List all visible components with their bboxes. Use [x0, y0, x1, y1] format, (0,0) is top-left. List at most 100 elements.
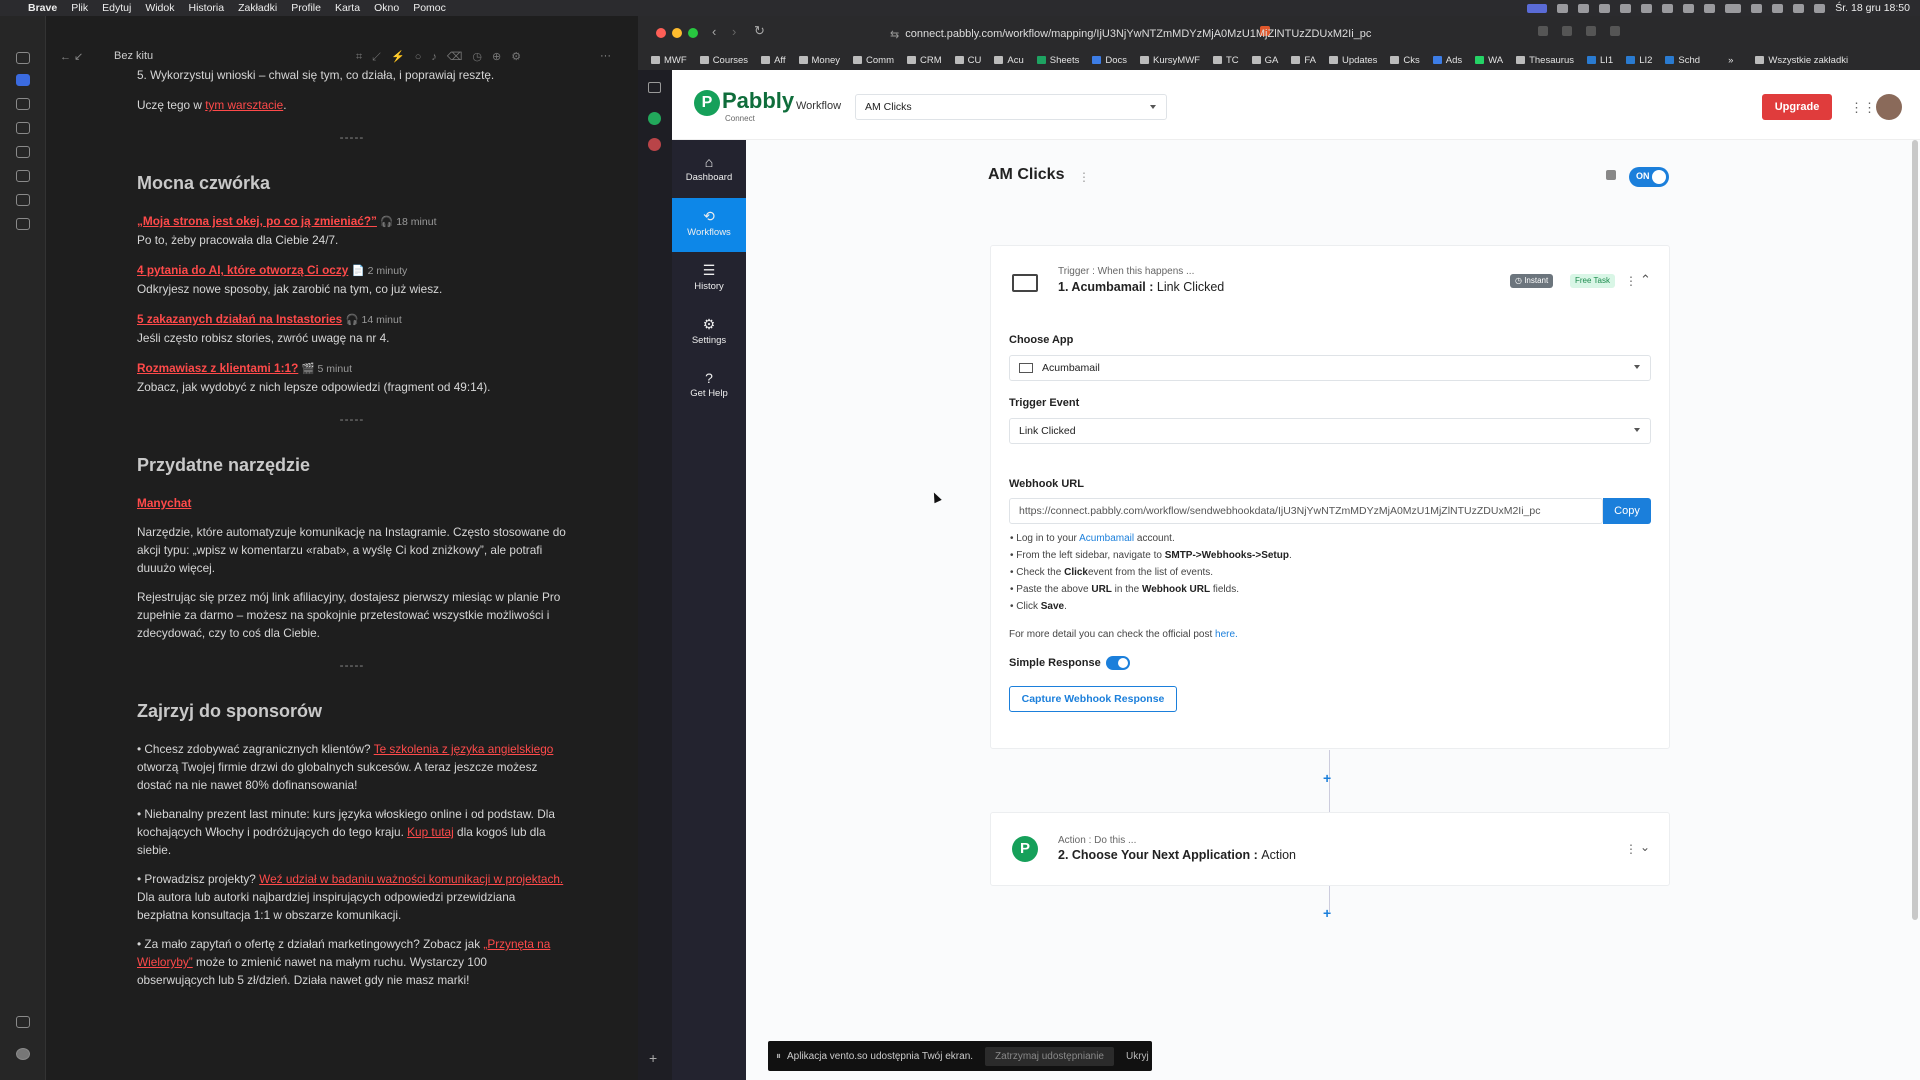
more-options-icon[interactable]: ··· [600, 50, 611, 62]
notes-icon[interactable] [1606, 170, 1616, 180]
sidebar-toggle-icon[interactable] [648, 82, 661, 93]
tray-icon[interactable] [1662, 3, 1674, 13]
bookmark[interactable]: Thesaurus [1516, 55, 1574, 66]
avatar[interactable] [16, 1048, 30, 1060]
nav-workflows[interactable]: ⟲ Workflows [672, 198, 746, 252]
forward-icon[interactable]: › [732, 24, 736, 39]
more-bookmarks[interactable]: » [1728, 55, 1733, 66]
add-step-icon[interactable]: + [1323, 770, 1331, 786]
graph-icon[interactable] [16, 122, 30, 134]
site-info-icon[interactable]: ⇆ [890, 28, 899, 41]
workflow-on-toggle[interactable]: ON [1629, 167, 1669, 187]
title-menu-icon[interactable]: ⋮ [1078, 170, 1090, 184]
choose-app-select[interactable]: Acumbamail [1009, 355, 1651, 381]
nav-arrows-icon[interactable]: ← ↙ [60, 50, 83, 63]
upgrade-button[interactable]: Upgrade [1762, 94, 1832, 120]
bookmark[interactable]: Comm [853, 55, 894, 66]
chevron-down-icon[interactable]: ⌄ [1640, 840, 1650, 854]
send-icon[interactable] [16, 170, 30, 182]
menu-item[interactable]: Widok [145, 2, 174, 14]
bookmark[interactable]: Acu [994, 55, 1024, 66]
tab-icon[interactable] [648, 138, 661, 151]
chevron-up-icon[interactable]: ⌃ [1640, 272, 1651, 288]
nav-get-help[interactable]: ? Get Help [672, 360, 746, 414]
search-icon[interactable] [1793, 3, 1805, 13]
bookmark[interactable]: TC [1212, 55, 1239, 66]
pabbly-tab-icon[interactable] [648, 112, 661, 125]
canvas-icon[interactable] [16, 98, 30, 110]
bookmark[interactable]: LI2 [1626, 55, 1652, 66]
page-icon[interactable] [16, 146, 30, 158]
nav-dashboard[interactable]: ⌂ Dashboard [672, 144, 746, 198]
tray-icon[interactable] [1641, 3, 1653, 13]
add-step-icon[interactable]: + [1323, 905, 1331, 921]
pabbly-logo-icon[interactable]: P [694, 90, 720, 116]
menu-item[interactable]: Okno [374, 2, 399, 14]
reload-icon[interactable]: ↻ [754, 23, 765, 39]
back-icon[interactable]: ‹ [712, 24, 716, 39]
screen-share-icon[interactable] [1527, 3, 1548, 13]
menu-item[interactable]: Historia [189, 2, 225, 14]
tray-icon[interactable] [1704, 3, 1716, 13]
tray-icon[interactable] [1599, 3, 1611, 13]
workflow-title[interactable]: AM Clicks [988, 166, 1064, 184]
sponsor-link[interactable]: Te szkolenia z języka angielskiego [374, 742, 554, 756]
maximize-window-icon[interactable] [688, 28, 698, 38]
add-tab-icon[interactable]: + [649, 1050, 657, 1066]
files-icon[interactable] [16, 52, 30, 64]
hide-button[interactable]: Ukryj [1126, 1051, 1149, 1062]
tray-icon[interactable] [1683, 3, 1695, 13]
menu-item[interactable]: Pomoc [413, 2, 446, 14]
menu-item[interactable]: Zakładki [238, 2, 277, 14]
bookmark[interactable]: WA [1475, 55, 1503, 66]
item-link[interactable]: Rozmawiasz z klientami 1:1? [137, 361, 298, 375]
clock[interactable]: Śr. 18 gru 18:50 [1835, 2, 1910, 14]
trigger-menu-icon[interactable]: ⋮ [1625, 274, 1637, 288]
trigger-name[interactable]: 1. Acumbamail : Link Clicked [1058, 280, 1224, 294]
wifi-icon[interactable] [1772, 3, 1784, 13]
bookmark[interactable]: Updates [1329, 55, 1377, 66]
nav-settings[interactable]: ⚙ Settings [672, 306, 746, 360]
active-panel-icon[interactable] [16, 74, 30, 86]
bookmark[interactable]: Cks [1390, 55, 1420, 66]
sponsor-link[interactable]: Kup tutaj [407, 825, 454, 839]
sponsor-link[interactable]: Weź udział w badaniu ważności komunikacj… [259, 872, 563, 886]
simple-response-toggle[interactable] [1106, 656, 1130, 670]
menu-item[interactable]: Karta [335, 2, 360, 14]
url-text[interactable]: connect.pabbly.com/workflow/mapping/IjU3… [905, 28, 1371, 40]
close-window-icon[interactable] [656, 28, 666, 38]
control-center-icon[interactable] [1814, 3, 1826, 13]
all-bookmarks[interactable]: Wszystkie zakładki [1755, 55, 1848, 66]
bookmark[interactable]: GA [1251, 55, 1278, 66]
extension-icon[interactable] [1610, 26, 1620, 36]
bookmark[interactable]: Aff [761, 55, 786, 66]
bookmark[interactable]: Courses [699, 55, 748, 66]
minimize-window-icon[interactable] [672, 28, 682, 38]
tray-icon[interactable] [1620, 3, 1632, 13]
manychat-link[interactable]: Manychat [137, 496, 191, 510]
item-link[interactable]: „Moja strona jest okej, po co ją zmienia… [137, 214, 377, 228]
tray-icon[interactable] [1751, 3, 1763, 13]
copy-button[interactable]: Copy [1603, 498, 1651, 524]
item-link[interactable]: 4 pytania do AI, które otworzą Ci oczy [137, 263, 348, 277]
bookmark[interactable]: Money [798, 55, 840, 66]
bookmark[interactable]: CRM [907, 55, 942, 66]
action-name[interactable]: 2. Choose Your Next Application : Action [1058, 848, 1296, 862]
bookmark[interactable]: CU [954, 55, 981, 66]
webhook-url-field[interactable]: https://connect.pabbly.com/workflow/send… [1009, 498, 1603, 524]
scrollbar[interactable] [1912, 140, 1918, 920]
workshop-link[interactable]: tym warsztacie [205, 98, 283, 112]
item-link[interactable]: 5 zakazanych działań na Instastories [137, 312, 342, 326]
tray-icon[interactable] [1557, 3, 1569, 13]
menu-app-name[interactable]: Brave [28, 2, 57, 14]
bookmark[interactable]: Sheets [1036, 55, 1079, 66]
settings-icon[interactable] [16, 1016, 30, 1028]
menu-icon[interactable] [16, 218, 30, 230]
menu-item[interactable]: Profile [291, 2, 321, 14]
bookmark[interactable]: FA [1291, 55, 1316, 66]
bookmark[interactable]: Docs [1092, 55, 1127, 66]
official-post-link[interactable]: here. [1215, 629, 1238, 640]
avatar[interactable] [1876, 94, 1902, 120]
nav-history[interactable]: ☰ History [672, 252, 746, 306]
apps-grid-icon[interactable]: ⋮⋮ [1850, 100, 1876, 116]
